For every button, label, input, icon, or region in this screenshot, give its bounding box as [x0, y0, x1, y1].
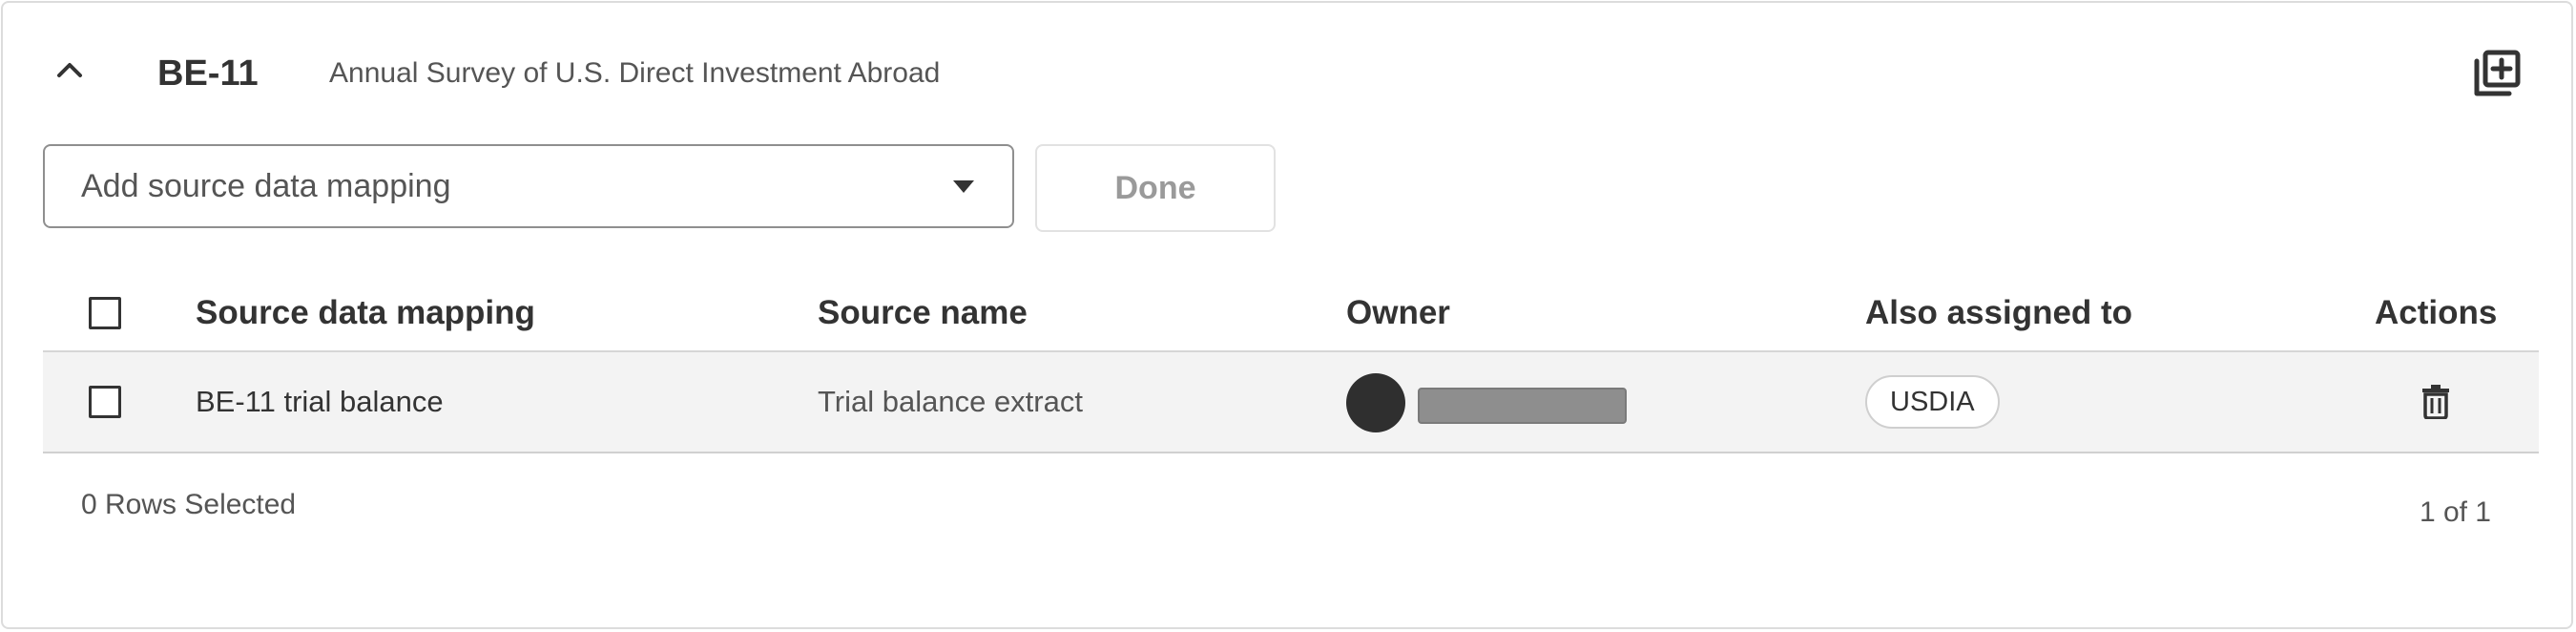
avatar	[1346, 373, 1405, 432]
source-name-cell: Trial balance extract	[818, 385, 1083, 418]
rows-selected-text: 0 Rows Selected	[81, 489, 297, 520]
caret-down-icon	[953, 180, 974, 193]
form-description: Annual Survey of U.S. Direct Investment …	[329, 57, 941, 89]
source-mapping-dropdown[interactable]: Add source data mapping	[43, 144, 1014, 228]
redacted-owner-name	[1418, 388, 1627, 424]
dropdown-placeholder: Add source data mapping	[81, 168, 451, 204]
column-header-source-name: Source name	[818, 294, 1028, 331]
row-checkbox[interactable]	[89, 386, 121, 418]
column-header-source-data-mapping: Source data mapping	[196, 294, 535, 331]
pagination-text: 1 of 1	[2419, 496, 2491, 528]
select-all-checkbox[interactable]	[89, 297, 121, 329]
trash-icon	[2422, 385, 2449, 419]
collapse-button[interactable]	[49, 49, 91, 91]
survey-card: BE-11 Annual Survey of U.S. Direct Inves…	[1, 1, 2573, 629]
column-header-also-assigned-to: Also assigned to	[1865, 294, 2133, 331]
mapping-table: Source data mapping Source name Owner Al…	[43, 278, 2539, 453]
table-row[interactable]: BE-11 trial balance Trial balance extrac…	[43, 352, 2539, 453]
add-mapping-button[interactable]	[2468, 45, 2525, 102]
done-button[interactable]: Done	[1035, 144, 1276, 232]
assignment-chip[interactable]: USDIA	[1865, 375, 2000, 429]
delete-row-button[interactable]	[2417, 383, 2455, 421]
chevron-up-icon	[57, 63, 82, 77]
table-header: Source data mapping Source name Owner Al…	[43, 278, 2539, 352]
card-header: BE-11 Annual Survey of U.S. Direct Inves…	[3, 3, 2571, 146]
source-data-mapping-cell: BE-11 trial balance	[196, 385, 444, 418]
form-code: BE-11	[157, 53, 259, 94]
column-header-actions: Actions	[2375, 294, 2498, 331]
add-to-library-icon	[2474, 50, 2521, 96]
column-header-owner: Owner	[1346, 294, 1450, 331]
